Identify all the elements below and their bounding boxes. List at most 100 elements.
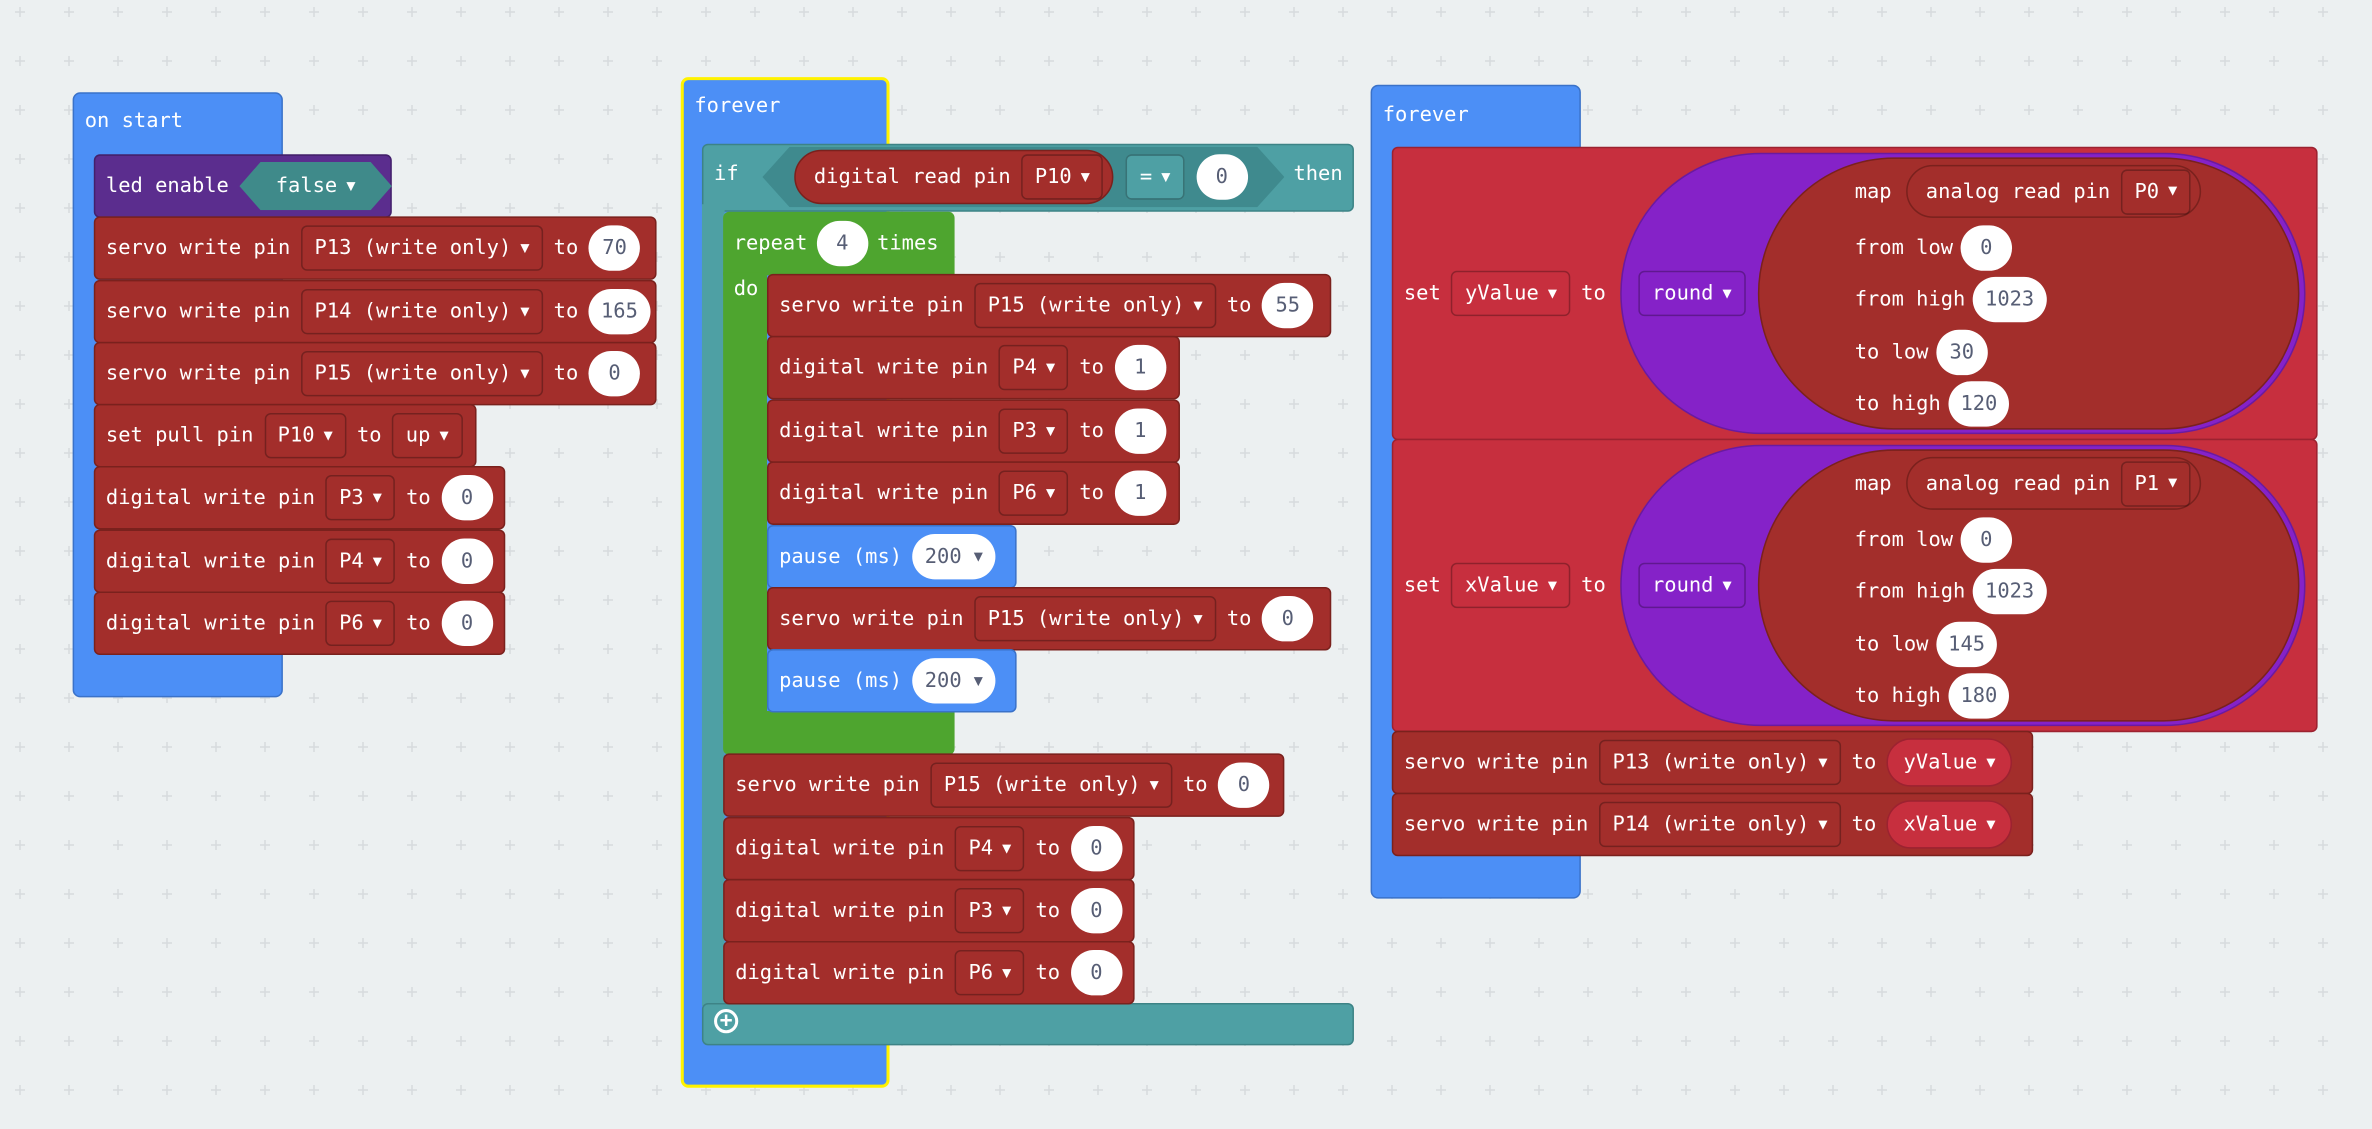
value-input[interactable]: 165 — [588, 288, 650, 335]
analog-read-block[interactable]: analog read pin P1 ▼ — [1906, 456, 2202, 510]
pin-dropdown[interactable]: P1 ▼ — [2120, 460, 2191, 507]
pause-block[interactable]: pause (ms) 200 ▼ — [766, 648, 1017, 713]
repeat-count-input[interactable]: 4 — [816, 220, 869, 267]
from-low-input[interactable]: 0 — [1960, 517, 2013, 563]
pin-dropdown[interactable]: P13 (write only) ▼ — [300, 225, 544, 271]
digital-write-block[interactable]: digital write pin P3 ▼ to 1 — [766, 399, 1180, 463]
pause-block[interactable]: pause (ms) 200 ▼ — [766, 524, 1017, 589]
math-function-dropdown[interactable]: round ▼ — [1638, 270, 1746, 317]
round-block[interactable]: round ▼ map analog read pin P0 ▼ from low 0 … — [1620, 152, 2306, 435]
math-function-dropdown[interactable]: round ▼ — [1638, 562, 1746, 609]
servo-write-block[interactable]: servo write pin P15 (write only) ▼ to 0 — [766, 586, 1332, 651]
pin-dropdown[interactable]: P14 (write only) ▼ — [1598, 801, 1842, 848]
to-label: to — [1079, 355, 1104, 380]
add-else-plus-icon[interactable]: + — [714, 1009, 739, 1034]
analog-read-block[interactable]: analog read pin P0 ▼ — [1906, 164, 2202, 218]
servo-write-block[interactable]: servo write pin P15 (write only) ▼ to 0 — [93, 341, 657, 406]
digital-write-block[interactable]: digital write pin P3 ▼ to 0 — [723, 878, 1135, 943]
block-label: pause (ms) — [779, 544, 903, 569]
pause-duration-dropdown[interactable]: 200 ▼ — [912, 658, 995, 704]
pin-dropdown[interactable]: P15 (write only) ▼ — [300, 350, 544, 397]
pin-dropdown[interactable]: P10 ▼ — [1021, 154, 1104, 200]
pin-dropdown[interactable]: P0 ▼ — [2120, 168, 2191, 215]
map-block[interactable]: map analog read pin P0 ▼ from low 0 from hi… — [1757, 157, 2300, 430]
pin-dropdown[interactable]: P3 ▼ — [998, 408, 1069, 454]
pin-dropdown[interactable]: P6 ▼ — [998, 470, 1069, 516]
value-input[interactable]: 0 — [1196, 154, 1248, 200]
from-high-input[interactable]: 1023 — [1972, 276, 2047, 323]
to-high-input[interactable]: 180 — [1948, 673, 2010, 719]
round-block[interactable]: round ▼ map analog read pin P1 ▼ from low 0 … — [1620, 444, 2306, 727]
variable-name: yValue — [1903, 750, 1978, 775]
digital-write-block[interactable]: digital write pin P3 ▼ to 0 — [93, 465, 506, 530]
block-label: set pull pin — [105, 423, 254, 448]
pause-duration-dropdown[interactable]: 200 ▼ — [912, 534, 995, 580]
variable-reporter[interactable]: xValue ▼ — [1886, 800, 2013, 849]
value-input[interactable]: 0 — [441, 600, 493, 646]
value-input[interactable]: 0 — [1070, 888, 1123, 934]
value-input[interactable]: 0 — [1070, 950, 1123, 996]
led-enable-block[interactable]: led enable false ▼ — [93, 154, 392, 218]
servo-write-block[interactable]: servo write pin P15 (write only) ▼ to 0 — [723, 753, 1285, 817]
comparison-block[interactable]: digital read pin P10 ▼ = ▼ 0 — [794, 149, 1248, 205]
digital-write-block[interactable]: digital write pin P6 ▼ to 1 — [766, 461, 1180, 525]
pin-dropdown[interactable]: P6 ▼ — [954, 950, 1025, 996]
value-input[interactable]: 0 — [588, 350, 641, 397]
servo-write-block[interactable]: servo write pin P13 (write only) ▼ to 70 — [93, 216, 657, 280]
pin-dropdown[interactable]: P4 ▼ — [954, 825, 1025, 872]
from-high-label: from high — [1854, 287, 1966, 312]
value-input[interactable]: 70 — [588, 225, 641, 271]
to-high-input[interactable]: 120 — [1948, 381, 2010, 427]
value-input[interactable]: 0 — [441, 538, 493, 584]
value-input[interactable]: 1 — [1114, 470, 1166, 516]
pin-dropdown[interactable]: P4 ▼ — [325, 538, 396, 584]
from-high-label: from high — [1854, 579, 1966, 604]
digital-write-block[interactable]: digital write pin P4 ▼ to 0 — [723, 816, 1135, 881]
value-input[interactable]: 0 — [1262, 596, 1314, 642]
value-input[interactable]: 55 — [1262, 282, 1314, 329]
digital-write-block[interactable]: digital write pin P4 ▼ to 0 — [93, 529, 506, 594]
to-low-input[interactable]: 145 — [1936, 621, 1998, 668]
from-high-input[interactable]: 1023 — [1972, 568, 2047, 615]
variable-dropdown[interactable]: yValue ▼ — [1451, 270, 1571, 317]
from-low-input[interactable]: 0 — [1960, 225, 2013, 271]
caret-down-icon: ▼ — [1818, 816, 1828, 833]
pin-dropdown[interactable]: P13 (write only) ▼ — [1598, 739, 1842, 786]
value-input[interactable]: 0 — [441, 475, 493, 521]
pin-dropdown[interactable]: P4 ▼ — [998, 344, 1069, 391]
value-input[interactable]: 1 — [1114, 408, 1166, 454]
value-input[interactable]: 0 — [1070, 825, 1123, 872]
block-label: digital write pin — [105, 611, 315, 636]
value-input[interactable]: 0 — [1218, 762, 1270, 808]
to-low-input[interactable]: 30 — [1936, 329, 1988, 376]
pin-dropdown[interactable]: P3 ▼ — [954, 888, 1025, 934]
workspace[interactable]: on start led enable false ▼ servo write p… — [0, 0, 2372, 1129]
value-input[interactable]: 1 — [1114, 344, 1166, 391]
pin-dropdown[interactable]: P6 ▼ — [325, 600, 396, 646]
pull-mode-dropdown[interactable]: up ▼ — [392, 412, 463, 459]
set-pull-pin-block[interactable]: set pull pin P10 ▼ to up ▼ — [93, 403, 477, 468]
servo-write-block[interactable]: servo write pin P15 (write only) ▼ to 55 — [766, 273, 1332, 338]
digital-write-block[interactable]: digital write pin P6 ▼ to 0 — [93, 591, 506, 656]
pin-dropdown[interactable]: P15 (write only) ▼ — [974, 596, 1217, 642]
digital-write-block[interactable]: digital write pin P6 ▼ to 0 — [723, 940, 1135, 1005]
pin-dropdown[interactable]: P3 ▼ — [325, 475, 396, 521]
pin-dropdown[interactable]: P14 (write only) ▼ — [300, 288, 544, 335]
pin-dropdown[interactable]: P10 ▼ — [264, 412, 347, 459]
boolean-dropdown[interactable]: false ▼ — [239, 162, 391, 210]
pin-dropdown[interactable]: P15 (write only) ▼ — [930, 762, 1173, 808]
variable-dropdown[interactable]: xValue ▼ — [1451, 562, 1571, 609]
servo-write-block[interactable]: servo write pin P14 (write only) ▼ to xVa… — [1391, 792, 2034, 857]
map-block[interactable]: map analog read pin P1 ▼ from low 0 from hi… — [1757, 449, 2300, 722]
dropdown-value: round — [1651, 281, 1714, 306]
digital-write-block[interactable]: digital write pin P4 ▼ to 1 — [766, 335, 1180, 400]
dropdown-value: P15 (write only) — [314, 361, 512, 386]
to-label: to — [1035, 836, 1061, 861]
caret-down-icon: ▼ — [1818, 754, 1828, 771]
pin-dropdown[interactable]: P15 (write only) ▼ — [974, 282, 1217, 329]
servo-write-block[interactable]: servo write pin P14 (write only) ▼ to 165 — [93, 279, 657, 344]
digital-read-block[interactable]: digital read pin P10 ▼ — [794, 149, 1115, 205]
variable-reporter[interactable]: yValue ▼ — [1886, 738, 2013, 787]
servo-write-block[interactable]: servo write pin P13 (write only) ▼ to yVa… — [1391, 730, 2034, 795]
operator-dropdown[interactable]: = ▼ — [1126, 154, 1184, 200]
